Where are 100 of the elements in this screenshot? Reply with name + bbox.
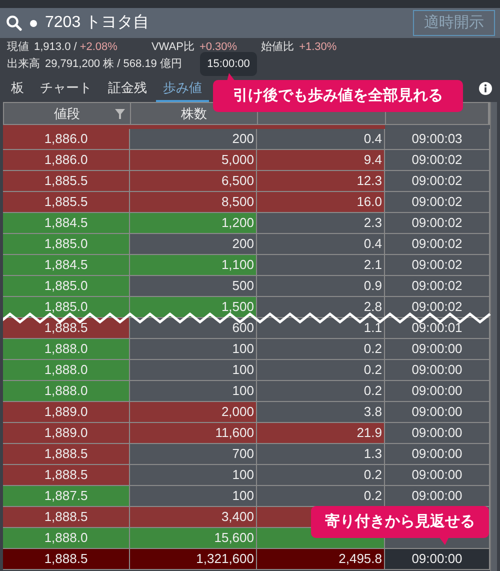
table-cell: 200	[130, 234, 257, 255]
table-cell: 1.3	[257, 444, 385, 465]
table-cell: 15,600	[130, 528, 257, 549]
table-cell: 1,888.0	[3, 381, 130, 402]
table-cell: 0.2	[257, 465, 385, 486]
table-cell: 09:00:00	[385, 360, 490, 381]
table-cell: 0.9	[257, 276, 385, 297]
table-cell: 0.4	[257, 234, 385, 255]
stock-title: 7203 トヨタ自	[45, 15, 150, 31]
table-cell: 1,888.5	[3, 549, 130, 570]
table-cell: 1,884.5	[3, 213, 130, 234]
table-cell: 09:00:02	[385, 276, 490, 297]
table-cell: 09:00:00	[385, 381, 490, 402]
callout-tooltip: 寄り付きから見返せる	[311, 506, 489, 538]
table-cell: 2.3	[257, 213, 385, 234]
table-cell: 09:00:00	[385, 423, 490, 444]
table-cell: 100	[130, 465, 257, 486]
table-cell: 09:00:00	[385, 549, 490, 570]
table-cell: 1.1	[257, 318, 385, 339]
time-tooltip: 15:00:00	[200, 52, 257, 76]
table-cell: 1,889.0	[3, 402, 130, 423]
table-cell: 1,885.5	[3, 171, 130, 192]
table-cell: 09:00:00	[385, 402, 490, 423]
table-cell: 09:00:02	[385, 171, 490, 192]
table-cell: 600	[130, 318, 257, 339]
table-cell: 12.3	[257, 171, 385, 192]
table-cell: 1,888.0	[3, 360, 130, 381]
table-cell: 1,885.5	[3, 192, 130, 213]
change-value: +1.30%	[299, 41, 337, 54]
table-cell: 1,888.0	[3, 339, 130, 360]
pointer-icon	[439, 537, 449, 545]
table-cell: 9.4	[257, 150, 385, 171]
table-cell: 1,886.0	[3, 150, 130, 171]
table-cell: 1,321,600	[130, 549, 257, 570]
table-cell: 100	[130, 360, 257, 381]
callout-tooltip: 引け後でも歩み値を全部見れる	[213, 80, 463, 112]
table-cell: 1,100	[130, 255, 257, 276]
table-cell: 100	[130, 486, 257, 507]
label: VWAP比	[151, 41, 194, 54]
table-cell: 0.4	[257, 129, 385, 150]
table-cell: 1,888.5	[3, 444, 130, 465]
table-cell: 2.8	[257, 297, 385, 318]
table-cell: 2,000	[130, 402, 257, 423]
scrollbar[interactable]	[490, 102, 497, 571]
table-cell: 09:00:00	[385, 339, 490, 360]
table-cell: 09:00:00	[385, 465, 490, 486]
table-cell: 100	[130, 339, 257, 360]
table-cell: 09:00:00	[385, 444, 490, 465]
table-cell: 1,888.5	[3, 465, 130, 486]
volume-value: 29,791,200 株 / 568.19 億円	[45, 58, 182, 71]
price-value: 1,913.0 /	[34, 41, 77, 54]
change-value: +2.08%	[80, 41, 118, 54]
table-cell: 500	[130, 276, 257, 297]
info-icon[interactable]	[479, 82, 492, 95]
search-icon[interactable]	[6, 15, 22, 31]
table-cell: 3.8	[257, 402, 385, 423]
label: 出来高	[7, 58, 40, 71]
table-cell: 8,500	[130, 192, 257, 213]
table-cell: 09:00:02	[385, 234, 490, 255]
table-cell: 0.2	[257, 381, 385, 402]
table-cell: 09:00:00	[385, 486, 490, 507]
tab[interactable]: チャート	[33, 75, 99, 102]
table-cell: 1,885.0	[3, 234, 130, 255]
tab[interactable]: 板	[4, 75, 31, 102]
table-cell: 1,500	[130, 297, 257, 318]
table-cell: 1,884.5	[3, 255, 130, 276]
label: 始値比	[261, 41, 294, 54]
table-cell: 1,886.0	[3, 129, 130, 150]
table-cell: 5,000	[130, 150, 257, 171]
filter-icon[interactable]	[115, 108, 125, 118]
table-cell: 100	[130, 381, 257, 402]
table-cell: 6,500	[130, 171, 257, 192]
table-cell: 09:00:03	[385, 129, 490, 150]
table-cell: 1,885.0	[3, 276, 130, 297]
dot-icon	[30, 20, 37, 26]
table-cell: 700	[130, 444, 257, 465]
table-cell: 09:00:02	[385, 192, 490, 213]
label: 現値	[7, 41, 29, 54]
table-cell: 2,495.8	[257, 549, 385, 570]
table-cell: 09:00:02	[385, 255, 490, 276]
table-cell: 3,400	[130, 507, 257, 528]
tab[interactable]: 証金残	[101, 75, 154, 102]
column-header[interactable]: 値段	[4, 103, 131, 124]
table-cell: 0.2	[257, 360, 385, 381]
pointer-icon	[225, 73, 235, 81]
table-cell: 1,889.0	[3, 423, 130, 444]
table-cell: 21.9	[257, 423, 385, 444]
table-cell: 16.0	[257, 192, 385, 213]
table-cell: 09:00:02	[385, 297, 490, 318]
table-cell: 2.1	[257, 255, 385, 276]
table-cell: 0.2	[257, 339, 385, 360]
table-cell: 09:00:02	[385, 150, 490, 171]
table-cell: 200	[130, 129, 257, 150]
table-cell: 1,200	[130, 213, 257, 234]
table-cell: 1,885.0	[3, 297, 130, 318]
table-cell: 1,888.5	[3, 318, 130, 339]
table-cell: 09:00:02	[385, 213, 490, 234]
change-value: +0.30%	[199, 41, 238, 54]
table-cell: 09:00:01	[385, 318, 490, 339]
table-cell: 1,888.0	[3, 528, 130, 549]
